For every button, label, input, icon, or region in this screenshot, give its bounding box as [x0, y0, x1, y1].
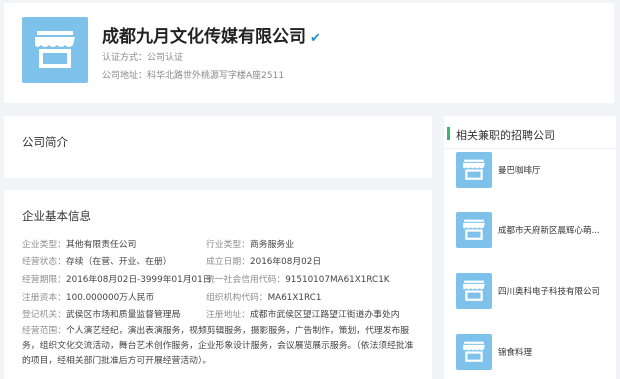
cert-value: 公司认证 — [147, 53, 184, 63]
related-companies-card: 相关兼职的招聘公司 曼巴咖啡厅 成都市天府新区晨辉心萌... 四川奥科电子科技有… — [444, 116, 616, 379]
info-row-authority: 登记机关：武侯区市场和质量监督管理局 — [22, 310, 181, 320]
info-row-credit-code: 统一社会信用代码：91510107MA61X1RC1K — [206, 275, 390, 285]
info-row-company-type: 企业类型：其他有限责任公司 — [22, 240, 137, 250]
address-value: 科华北路世外桃源写字楼A座2511 — [147, 71, 285, 81]
company-name: 成都九月文化传媒有限公司 ✔ — [102, 22, 321, 47]
related-company-name[interactable]: 成都市天府新区晨辉心萌... — [498, 224, 600, 236]
company-logo — [456, 334, 492, 370]
info-row-term: 经营期限：2016年08月02日-3999年01月01日 — [22, 275, 212, 285]
business-scope: 经营范围：个人演艺经纪，演出表演服务，视频剪辑服务，摄影服务，广告制作，策划，代… — [22, 324, 422, 369]
divider — [444, 148, 616, 149]
address-line: 公司地址：科华北路世外桃源写字楼A座2511 — [102, 68, 284, 81]
storefront-icon — [463, 280, 485, 301]
related-companies-title: 相关兼职的招聘公司 — [456, 129, 555, 142]
company-logo — [456, 152, 492, 188]
related-company-item[interactable]: 锦食料理 — [456, 334, 616, 372]
company-header-card: 成都九月文化传媒有限公司 ✔ 认证方式：公司认证 公司地址：科华北路世外桃源写字楼… — [4, 3, 614, 103]
cert-label: 认证方式： — [102, 53, 148, 63]
basic-info-title: 企业基本信息 — [22, 209, 91, 223]
address-label: 公司地址： — [102, 71, 148, 81]
company-intro-card: 公司简介 — [4, 116, 432, 178]
related-company-name[interactable]: 锦食料理 — [498, 346, 532, 358]
storefront-icon — [463, 159, 485, 180]
info-row-reg-address: 注册地址：成都市武侯区望江路望江街道办事处内 — [206, 310, 400, 320]
storefront-icon — [463, 341, 485, 362]
storefront-icon — [35, 31, 75, 68]
company-name-text: 成都九月文化传媒有限公司 — [102, 27, 306, 47]
company-logo — [456, 273, 492, 309]
info-row-capital: 注册资本：100.000000万人民币 — [22, 293, 155, 303]
scope-label: 经营范围： — [22, 326, 66, 336]
certification-line: 认证方式：公司认证 — [102, 50, 183, 63]
related-company-item[interactable]: 四川奥科电子科技有限公司 — [456, 273, 616, 311]
related-company-name[interactable]: 曼巴咖啡厅 — [498, 164, 541, 176]
storefront-icon — [463, 219, 485, 240]
section-accent-bar — [447, 127, 450, 140]
company-logo — [22, 17, 88, 83]
related-company-name[interactable]: 四川奥科电子科技有限公司 — [498, 285, 600, 297]
related-company-item[interactable]: 曼巴咖啡厅 — [456, 152, 616, 190]
info-row-industry: 行业类型：商务服务业 — [206, 240, 294, 250]
info-row-org-code: 组织机构代码：MA61X1RC1 — [206, 293, 322, 303]
verified-check-icon: ✔ — [310, 31, 321, 46]
related-company-item[interactable]: 成都市天府新区晨辉心萌... — [456, 212, 616, 250]
info-row-founded: 成立日期：2016年08月02日 — [206, 257, 322, 267]
basic-info-card: 企业基本信息 企业类型：其他有限责任公司 行业类型：商务服务业 经营状态：存续（… — [4, 190, 432, 379]
scope-value: 个人演艺经纪，演出表演服务，视频剪辑服务，摄影服务，广告制作，策划，代理发布服务… — [22, 326, 414, 366]
intro-title: 公司简介 — [22, 135, 68, 149]
company-logo — [456, 212, 492, 248]
info-row-status: 经营状态：存续（在营、开业、在册） — [22, 257, 172, 267]
